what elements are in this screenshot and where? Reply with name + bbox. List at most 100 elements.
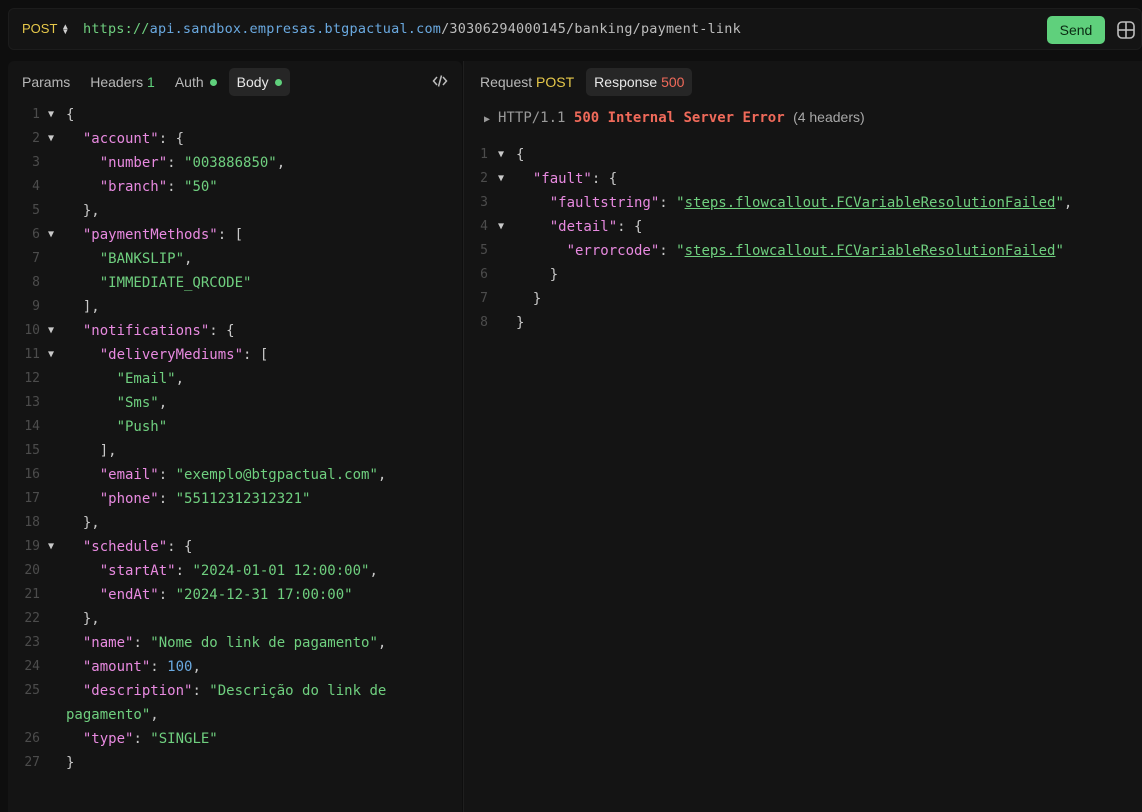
line-number: 1 — [480, 147, 488, 162]
tab-auth[interactable]: Auth — [167, 68, 225, 96]
code-line: "email": "exemplo@btgpactual.com", — [99, 467, 387, 483]
fold-arrow-icon[interactable]: ▼ — [48, 103, 54, 127]
code-line: "faultstring": "steps.flowcallout.FCVari… — [549, 195, 1073, 211]
fold-arrow-icon[interactable]: ▼ — [498, 167, 504, 191]
code-line: ], — [82, 299, 100, 315]
tab-headers[interactable]: Headers 1 — [82, 68, 163, 96]
line-number: 5 — [32, 203, 40, 218]
code-line: "branch": "50" — [99, 179, 218, 195]
code-line: }, — [82, 611, 100, 627]
code-line: "paymentMethods": [ — [82, 227, 244, 243]
url-input[interactable]: https://api.sandbox.empresas.btgpactual.… — [83, 21, 741, 37]
fold-arrow-icon[interactable]: ▼ — [48, 127, 54, 151]
json-string-value: "55112312312321" — [175, 491, 311, 507]
body-status-dot — [274, 78, 282, 86]
line-number: 2 — [32, 131, 40, 146]
line-number: 25 — [24, 683, 40, 698]
line-number: 16 — [24, 467, 40, 482]
send-button[interactable]: Send — [1047, 16, 1105, 44]
fold-arrow-icon[interactable]: ▼ — [498, 143, 504, 167]
line-number: 13 — [24, 395, 40, 410]
json-string-value: "BANKSLIP" — [99, 251, 185, 267]
tab-response-label: Response — [594, 74, 658, 90]
method-select[interactable]: POST ▲ ▼ — [22, 21, 69, 36]
tab-auth-label: Auth — [174, 74, 204, 90]
json-string-value: "Sms" — [116, 395, 159, 411]
line-number: 15 — [24, 443, 40, 458]
fold-arrow-icon[interactable]: ▼ — [48, 343, 54, 367]
code-line: "phone": "55112312312321" — [99, 491, 311, 507]
auth-status-dot — [209, 78, 217, 86]
json-string-value: steps.flowcallout.FCVariableResolutionFa… — [684, 243, 1056, 259]
line-number: 3 — [480, 195, 488, 210]
json-key: "paymentMethods" — [82, 227, 218, 243]
json-string-value: "SINGLE" — [150, 731, 218, 747]
line-number: 20 — [24, 563, 40, 578]
url-host: api.sandbox.empresas.btgpactual.com — [149, 21, 442, 37]
response-body-viewer[interactable]: 1 2 3 4 5 6 7 8 ▼ ▼ ▼ { "fault": { "faul… — [464, 143, 1142, 363]
json-number-value: 100 — [167, 659, 193, 675]
tab-params-label: Params — [22, 74, 71, 90]
json-key: "faultstring" — [549, 195, 660, 211]
json-key: "detail" — [549, 219, 618, 235]
layout-grid-icon[interactable] — [1117, 21, 1135, 39]
code-line: "name": "Nome do link de pagamento", — [82, 635, 387, 651]
headers-count-badge: 1 — [147, 74, 155, 90]
line-number: 7 — [480, 291, 488, 306]
code-line: "errorcode": "steps.flowcallout.FCVariab… — [566, 243, 1064, 259]
line-number: 8 — [32, 275, 40, 290]
tab-request-label: Request — [480, 74, 533, 90]
line-number: 19 — [24, 539, 40, 554]
code-line: "type": "SINGLE" — [82, 731, 218, 747]
line-number: 4 — [480, 219, 488, 234]
code-icon[interactable] — [432, 73, 448, 89]
response-tabs: Request POST Response 500 — [472, 68, 693, 96]
json-string-value: "Email" — [116, 371, 176, 387]
line-number: 4 — [32, 179, 40, 194]
tab-request[interactable]: Request POST — [472, 68, 582, 96]
line-number: 22 — [24, 611, 40, 626]
json-key: "branch" — [99, 179, 168, 195]
json-key: "schedule" — [82, 539, 168, 555]
code-line: }, — [82, 203, 100, 219]
fold-arrow-icon[interactable]: ▼ — [48, 319, 54, 343]
fold-arrow-icon[interactable]: ▼ — [48, 535, 54, 559]
json-string-value: "Push" — [116, 419, 168, 435]
code-line: pagamento", — [66, 707, 159, 723]
line-number: 8 — [480, 315, 488, 330]
json-key: "description" — [82, 683, 193, 699]
fold-arrow-icon[interactable]: ▼ — [48, 223, 54, 247]
request-tabs: Params Headers 1 Auth Body — [14, 68, 290, 96]
headers-count: (4 headers) — [793, 109, 865, 125]
code-line: } — [549, 267, 559, 283]
json-string-value: "003886850" — [184, 155, 277, 171]
json-key: "number" — [99, 155, 168, 171]
json-key: "endAt" — [99, 587, 159, 603]
code-line: "schedule": { — [82, 539, 193, 555]
code-line: "Push" — [66, 415, 168, 439]
json-key: "email" — [99, 467, 159, 483]
json-string-value: "50" — [184, 179, 218, 195]
fold-arrow-icon[interactable]: ▼ — [498, 215, 504, 239]
line-number: 27 — [24, 755, 40, 770]
line-number: 26 — [24, 731, 40, 746]
tab-response[interactable]: Response 500 — [586, 68, 693, 96]
json-string-value: "2024-12-31 17:00:00" — [175, 587, 353, 603]
code-line: "deliveryMediums": [ — [99, 347, 269, 363]
tab-params[interactable]: Params — [14, 68, 78, 96]
up-down-chevron-icon: ▲ ▼ — [61, 21, 70, 36]
json-string-value: "2024-01-01 12:00:00" — [192, 563, 370, 579]
expand-arrow-icon[interactable]: ▶ — [484, 114, 490, 125]
request-body-editor[interactable]: 1 2 3 4 5 6 7 8 9 10 11 12 13 14 15 16 1… — [8, 103, 462, 803]
request-method-badge: POST — [536, 74, 575, 90]
url-path: /30306294000145/banking/payment-link — [441, 21, 741, 37]
code-line: "startAt": "2024-01-01 12:00:00", — [99, 563, 378, 579]
tab-body[interactable]: Body — [228, 68, 290, 96]
line-number: 6 — [32, 227, 40, 242]
json-key: "notifications" — [82, 323, 210, 339]
code-line: "description": "Descrição do link de — [82, 683, 387, 699]
code-line: { — [66, 107, 75, 123]
json-key: "name" — [82, 635, 134, 651]
json-string-value: steps.flowcallout.FCVariableResolutionFa… — [684, 195, 1056, 211]
response-status-line[interactable]: ▶ HTTP/1.1 500 Internal Server Error (4 h… — [484, 109, 865, 126]
